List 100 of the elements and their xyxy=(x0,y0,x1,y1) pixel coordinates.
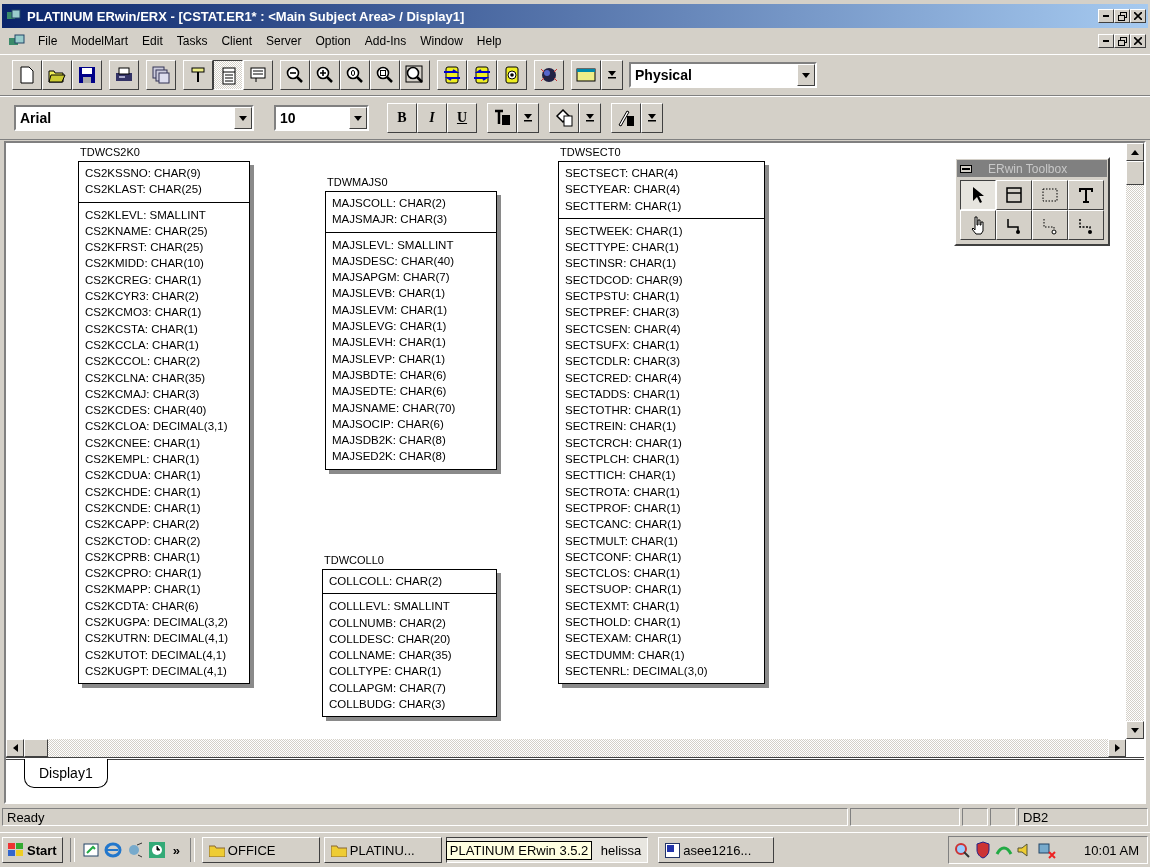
more-button[interactable]: » xyxy=(169,842,183,858)
target-icon xyxy=(502,65,522,85)
attribute: MAJSLEVP: CHAR(1) xyxy=(331,351,447,367)
tool-button[interactable] xyxy=(960,180,996,210)
attribute: SECTPROF: CHAR(1) xyxy=(564,500,682,516)
attribute: SECTPLCH: CHAR(1) xyxy=(564,452,681,468)
font-size-dropdown[interactable]: 10 xyxy=(274,105,369,131)
caret-icon xyxy=(239,115,247,121)
italic-button[interactable]: I xyxy=(417,103,447,133)
attribute: SECTEXAM: CHAR(1) xyxy=(564,631,683,647)
attribute: SECTCRCH: CHAR(1) xyxy=(564,435,683,451)
close-button[interactable] xyxy=(1130,9,1146,23)
disconnected-icon[interactable] xyxy=(1037,841,1058,859)
clock: 10:01 AM xyxy=(1084,842,1139,858)
stacked-pages-icon xyxy=(151,65,171,85)
restore-button[interactable] xyxy=(1114,34,1130,48)
close-icon xyxy=(1134,37,1142,45)
clock-icon[interactable] xyxy=(147,841,166,859)
arrows-icon xyxy=(472,65,492,85)
close-button[interactable] xyxy=(1130,34,1146,48)
attribute: SECTOTHR: CHAR(1) xyxy=(564,403,683,419)
minimize-icon xyxy=(1103,40,1109,42)
menu-item[interactable]: Tasks xyxy=(169,34,215,48)
attribute: CS2KUGPA: DECIMAL(3,2) xyxy=(84,615,229,630)
taskbar-button[interactable]: OFFICE xyxy=(201,837,320,863)
magnifier-icon xyxy=(405,65,425,85)
attribute: SECTCSEN: CHAR(4) xyxy=(564,321,682,337)
down-arrow-icon xyxy=(1131,727,1139,733)
toolbox-title: ERwin Toolbox xyxy=(988,161,1068,176)
attribute: COLLTYPE: CHAR(1) xyxy=(328,664,443,680)
bold-button[interactable]: B xyxy=(387,103,417,133)
menu-item[interactable]: ModelMart xyxy=(64,34,136,48)
attribute: MAJSOCIP: CHAR(6) xyxy=(331,416,445,432)
attribute: CS2KCLNA: CHAR(35) xyxy=(84,370,207,386)
display-tab[interactable]: Display1 xyxy=(24,759,108,788)
attribute: MAJSAPGM: CHAR(7) xyxy=(331,270,451,286)
menu-item[interactable]: Client xyxy=(214,34,260,48)
attribute: CS2KCMO3: CHAR(1) xyxy=(84,305,203,321)
dropdown-button[interactable] xyxy=(517,103,539,133)
shield-icon[interactable] xyxy=(974,841,993,859)
attribute: CS2KCDUA: CHAR(1) xyxy=(84,468,202,484)
status-text: Ready xyxy=(2,808,848,826)
key-attribute: COLLCOLL: CHAR(2) xyxy=(328,574,444,589)
scroll-left-button[interactable] xyxy=(6,739,24,757)
taskbar-button[interactable]: PLATINU... xyxy=(323,837,442,863)
scroll-right-button[interactable] xyxy=(1108,739,1126,757)
attribute: CS2KEMPL: CHAR(1) xyxy=(84,452,201,468)
attribute: CS2KCPRO: CHAR(1) xyxy=(84,566,203,582)
fill-color-button[interactable] xyxy=(549,103,579,133)
menu-item[interactable]: Option xyxy=(308,34,358,48)
arrows-icon xyxy=(442,65,462,85)
caret-icon xyxy=(648,114,656,122)
taskbar-button[interactable]: asee1216... xyxy=(658,837,775,863)
sign-icon xyxy=(248,65,268,85)
key-attribute: CS2KLAST: CHAR(25) xyxy=(84,182,203,198)
globe-icon xyxy=(539,65,559,85)
dropdown-button[interactable] xyxy=(601,60,623,90)
attribute: SECTCRED: CHAR(4) xyxy=(564,370,683,386)
scroll-thumb[interactable] xyxy=(1126,161,1144,185)
caret-icon xyxy=(524,114,532,122)
key-attribute: MAJSCOLL: CHAR(2) xyxy=(331,196,447,211)
pen-color-button[interactable] xyxy=(611,103,641,133)
menu-item[interactable]: Add-Ins xyxy=(357,34,414,48)
system-menu-icon[interactable] xyxy=(960,164,972,173)
list-page-icon xyxy=(219,66,239,86)
attribute: CS2KNAME: CHAR(25) xyxy=(84,223,209,239)
restore-button[interactable] xyxy=(1114,9,1130,23)
dropdown-button[interactable] xyxy=(641,103,663,133)
view-dropdown[interactable]: Physical xyxy=(629,62,817,88)
zoom-out-icon xyxy=(285,65,305,85)
menu-item[interactable]: Server xyxy=(259,34,309,48)
search-icon[interactable] xyxy=(953,841,972,859)
left-arrow-icon xyxy=(12,744,18,752)
attribute: COLLDESC: CHAR(20) xyxy=(328,631,452,647)
minimize-button[interactable] xyxy=(1098,9,1114,23)
desktop-icon[interactable] xyxy=(81,841,100,859)
menu-item[interactable]: File xyxy=(31,34,65,48)
minimize-button[interactable] xyxy=(1098,34,1114,48)
flag-icon xyxy=(8,843,24,857)
toolbar-button[interactable] xyxy=(213,60,243,90)
browser-icon[interactable] xyxy=(103,841,122,859)
text-color-button[interactable] xyxy=(487,103,517,133)
attribute: SECTMULT: CHAR(1) xyxy=(564,533,679,549)
start-button[interactable]: Start xyxy=(2,837,63,863)
scroll-up-button[interactable] xyxy=(1126,143,1144,161)
attribute: COLLLEVL: SMALLINT xyxy=(328,599,451,615)
document-icon xyxy=(665,842,681,858)
attribute: CS2KCHDE: CHAR(1) xyxy=(84,484,202,500)
pin-icon xyxy=(188,65,208,85)
attribute: CS2KCCLA: CHAR(1) xyxy=(84,337,200,353)
underline-button[interactable]: U xyxy=(447,103,477,133)
menu-item[interactable]: Help xyxy=(469,34,509,48)
text-color-icon xyxy=(492,108,512,128)
scroll-down-button[interactable] xyxy=(1126,721,1144,739)
menu-item[interactable]: Window xyxy=(413,34,470,48)
dropdown-button[interactable] xyxy=(579,103,601,133)
font-dropdown[interactable]: Arial xyxy=(14,105,254,131)
menu-item[interactable]: Edit xyxy=(135,34,170,48)
scroll-thumb[interactable] xyxy=(24,739,48,757)
paint-bucket-icon xyxy=(554,108,574,128)
